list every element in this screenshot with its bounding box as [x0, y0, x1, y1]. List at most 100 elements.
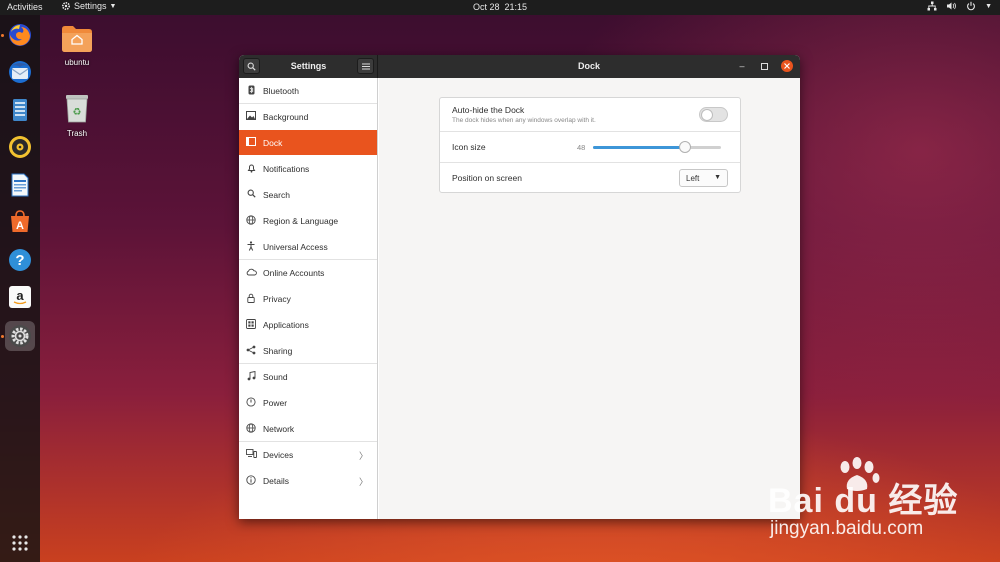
- caret-down-icon: ▼: [714, 174, 721, 181]
- settings-icon: [9, 325, 31, 347]
- firefox-icon: [9, 24, 31, 46]
- sidebar-item-network[interactable]: Network: [239, 416, 377, 441]
- svg-text:a: a: [16, 288, 24, 303]
- thunderbird-icon: [9, 61, 31, 83]
- clock-date: Oct 28: [472, 2, 500, 12]
- dock-settings[interactable]: [1, 321, 35, 351]
- dock-settings-panel: Auto-hide the Dock The dock hides when a…: [379, 78, 800, 519]
- running-indicator: [1, 34, 4, 37]
- top-bar: Activities Settings ▼ Oct 28 21:15 ▼: [0, 0, 1000, 15]
- clock[interactable]: Oct 28 21:15: [473, 2, 527, 12]
- volume-icon: [947, 2, 956, 10]
- sidebar-item-online-accounts[interactable]: Online Accounts: [239, 260, 377, 285]
- sidebar-item-label: Search: [263, 189, 290, 200]
- sidebar-item-bluetooth[interactable]: Bluetooth: [239, 78, 377, 103]
- music-note-icon: [239, 370, 263, 383]
- sidebar-item-details[interactable]: Details 〉: [239, 468, 377, 493]
- position-dropdown[interactable]: Left ▼: [679, 169, 728, 187]
- sidebar-item-label: Background: [263, 111, 309, 122]
- dock-settings-list: Auto-hide the Dock The dock hides when a…: [439, 97, 741, 193]
- sidebar-item-dock[interactable]: Dock: [239, 130, 377, 155]
- files-icon: [13, 99, 27, 121]
- sidebar-item-label: Region & Language: [263, 215, 339, 226]
- slider-handle[interactable]: [679, 141, 692, 153]
- sidebar-item-sound[interactable]: Sound: [239, 364, 377, 389]
- sidebar-item-label: Applications: [263, 319, 309, 330]
- writer-icon: [11, 173, 29, 197]
- accessibility-icon: [239, 240, 263, 253]
- background-icon: [239, 111, 263, 122]
- app-menu-button[interactable]: Settings ▼: [61, 1, 116, 11]
- autohide-toggle[interactable]: [699, 107, 728, 122]
- sidebar-item-label: Sound: [263, 371, 288, 382]
- bluetooth-icon: [239, 85, 263, 97]
- help-icon: ?: [9, 249, 31, 271]
- dock-writer[interactable]: [5, 170, 35, 200]
- sidebar-item-label: Bluetooth: [263, 85, 299, 96]
- sidebar-item-label: Dock: [263, 137, 283, 148]
- sidebar-item-label: Network: [263, 423, 295, 434]
- dock-files[interactable]: [5, 95, 35, 125]
- watermark-brand: Bai du 经验: [768, 482, 959, 520]
- dock-software-center[interactable]: A: [5, 207, 35, 237]
- svg-text:?: ?: [15, 252, 24, 269]
- sidebar-item-label: Devices: [263, 449, 294, 460]
- autohide-description: The dock hides when any windows overlap …: [452, 117, 596, 124]
- home-folder-icon: [62, 26, 92, 52]
- position-value: Left: [686, 174, 700, 183]
- sidebar-item-notifications[interactable]: Notifications: [239, 156, 377, 181]
- dock-rhythmbox[interactable]: [5, 132, 35, 162]
- search-icon: [239, 189, 263, 200]
- window-header: Settings Dock –: [239, 55, 800, 78]
- dock: A ? a: [0, 15, 40, 562]
- settings-sidebar: Bluetooth Background Dock Notifications …: [239, 78, 378, 519]
- sidebar-item-universal-access[interactable]: Universal Access: [239, 234, 377, 259]
- minimize-button[interactable]: –: [736, 60, 748, 72]
- power-icon: [967, 1, 975, 11]
- sidebar-item-search[interactable]: Search: [239, 182, 377, 207]
- sidebar-item-label: Sharing: [263, 345, 293, 356]
- sidebar-item-background[interactable]: Background: [239, 104, 377, 129]
- autohide-row[interactable]: Auto-hide the Dock The dock hides when a…: [440, 98, 740, 131]
- desktop-trash[interactable]: ♻ Trash: [52, 92, 102, 138]
- desktop-home-folder[interactable]: ubuntu: [52, 23, 102, 67]
- app-menu-label: Settings: [74, 1, 107, 11]
- sidebar-item-region-language[interactable]: Region & Language: [239, 208, 377, 233]
- info-icon: [239, 474, 263, 487]
- dock-firefox[interactable]: [1, 20, 35, 50]
- svg-text:♻: ♻: [73, 107, 82, 118]
- icon-size-row: Icon size 48: [440, 132, 740, 162]
- activities-button[interactable]: Activities: [7, 2, 43, 12]
- hamburger-icon: [361, 63, 370, 69]
- sidebar-item-sharing[interactable]: Sharing: [239, 338, 377, 363]
- network-globe-icon: [239, 422, 263, 435]
- sidebar-item-label: Online Accounts: [263, 267, 325, 278]
- dock-amazon[interactable]: a: [5, 282, 35, 312]
- chevron-down-icon: ▼: [985, 2, 992, 10]
- svg-text:A: A: [16, 220, 24, 232]
- sidebar-item-power[interactable]: Power: [239, 390, 377, 415]
- position-label: Position on screen: [452, 173, 522, 183]
- icon-size-slider[interactable]: [593, 141, 721, 153]
- desktop-trash-label: Trash: [66, 129, 88, 138]
- running-indicator: [1, 335, 4, 338]
- sidebar-item-label: Notifications: [263, 163, 310, 174]
- sidebar-item-applications[interactable]: Applications: [239, 312, 377, 337]
- settings-window: Settings Dock – Bluetooth Background Doc…: [239, 55, 800, 519]
- sidebar-item-label: Details: [263, 475, 289, 486]
- dock-help[interactable]: ?: [5, 245, 35, 275]
- autohide-label: Auto-hide the Dock: [452, 105, 525, 115]
- minimize-icon: –: [739, 61, 745, 71]
- sidebar-item-privacy[interactable]: Privacy: [239, 286, 377, 311]
- system-tray[interactable]: ▼: [927, 1, 992, 11]
- menu-button[interactable]: [357, 58, 374, 74]
- close-button[interactable]: [781, 60, 793, 72]
- dock-thunderbird[interactable]: [5, 57, 35, 87]
- watermark-url: jingyan.baidu.com: [770, 518, 924, 539]
- maximize-button[interactable]: [758, 60, 770, 72]
- sidebar-item-devices[interactable]: Devices 〉: [239, 442, 377, 467]
- icon-size-label: Icon size: [452, 142, 486, 152]
- power-icon: [239, 396, 263, 409]
- dock-show-apps[interactable]: [5, 528, 35, 558]
- network-icon: [927, 1, 937, 11]
